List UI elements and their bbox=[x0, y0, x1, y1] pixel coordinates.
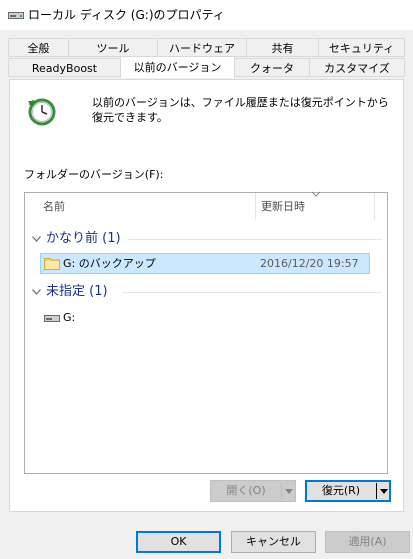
chevron-down-icon[interactable] bbox=[32, 288, 41, 295]
tab-sharing[interactable]: 共有 bbox=[246, 38, 319, 57]
item-modified: 2016/12/20 19:57 bbox=[260, 257, 359, 270]
group-header-long-ago[interactable]: かなり前 (1) bbox=[32, 230, 121, 248]
tab-tools[interactable]: ツール bbox=[68, 38, 158, 57]
folder-icon bbox=[44, 258, 60, 270]
restore-label: 復元(R) bbox=[321, 484, 361, 497]
group-title: かなり前 (1) bbox=[46, 231, 121, 246]
restore-clock-icon bbox=[28, 98, 56, 126]
chevron-down-icon[interactable] bbox=[32, 235, 41, 242]
split-divider bbox=[281, 483, 282, 499]
tab-hardware[interactable]: ハードウェア bbox=[157, 38, 247, 57]
column-separator[interactable] bbox=[255, 193, 256, 220]
tab-general[interactable]: 全般 bbox=[8, 38, 69, 57]
column-header-modified[interactable]: 更新日時 bbox=[261, 193, 305, 220]
dropdown-arrow-icon[interactable] bbox=[380, 489, 388, 494]
drive-icon bbox=[44, 315, 60, 322]
group-header-unspecified[interactable]: 未指定 (1) bbox=[32, 283, 108, 301]
item-name[interactable]: G: bbox=[63, 310, 75, 325]
group-divider bbox=[122, 292, 382, 293]
cancel-button[interactable]: キャンセル bbox=[231, 531, 316, 553]
open-button[interactable]: 開く(O) bbox=[210, 480, 296, 502]
restore-button[interactable]: 復元(R) bbox=[305, 480, 391, 502]
tab-previous-versions[interactable]: 以前のバージョン bbox=[120, 56, 235, 78]
tab-security[interactable]: セキュリティ bbox=[318, 38, 405, 57]
column-separator[interactable] bbox=[374, 193, 375, 220]
sort-chevron-icon bbox=[311, 191, 321, 197]
column-header-name[interactable]: 名前 bbox=[43, 193, 65, 220]
open-label: 開く(O) bbox=[226, 484, 266, 497]
tab-quota[interactable]: クォータ bbox=[234, 58, 310, 77]
group-divider bbox=[128, 239, 382, 240]
tab-readyboost[interactable]: ReadyBoost bbox=[8, 58, 121, 77]
group-title: 未指定 (1) bbox=[46, 284, 108, 299]
split-divider bbox=[376, 483, 377, 499]
ok-button[interactable]: OK bbox=[136, 531, 221, 553]
description-text: 以前のバージョンは、ファイル履歴または復元ポイントから復元できます。 bbox=[92, 96, 389, 124]
folder-versions-label: フォルダーのバージョン(F): bbox=[24, 168, 164, 181]
item-name: G: のバックアップ bbox=[63, 257, 156, 270]
window-title: ローカル ディスク (G:)のプロパティ bbox=[28, 8, 225, 22]
dropdown-arrow-icon[interactable] bbox=[285, 489, 293, 494]
drive-icon bbox=[8, 12, 24, 19]
tab-customize[interactable]: カスタマイズ bbox=[309, 58, 405, 77]
apply-button[interactable]: 適用(A) bbox=[325, 531, 410, 553]
